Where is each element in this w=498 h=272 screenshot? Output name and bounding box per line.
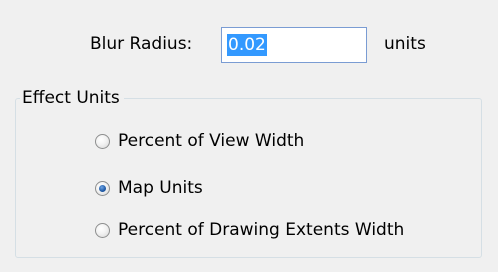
radio-percent-of-view-width[interactable]: Percent of View Width: [95, 130, 304, 152]
radio-button-icon[interactable]: [95, 222, 110, 238]
radio-label: Percent of View Width: [118, 131, 305, 151]
radio-button-checked-icon[interactable]: [95, 180, 110, 196]
blur-radius-value: 0.02: [227, 34, 267, 56]
radio-button-icon[interactable]: [95, 133, 110, 149]
radio-label: Map Units: [118, 178, 203, 198]
effect-units-title: Effect Units: [20, 87, 124, 109]
radio-label: Percent of Drawing Extents Width: [118, 220, 405, 240]
blur-radius-label: Blur Radius:: [90, 34, 193, 54]
units-label: units: [384, 34, 426, 54]
blur-radius-input[interactable]: 0.02: [221, 27, 367, 63]
radio-map-units[interactable]: Map Units: [95, 177, 203, 199]
radio-percent-of-drawing-extents-width[interactable]: Percent of Drawing Extents Width: [95, 219, 404, 241]
